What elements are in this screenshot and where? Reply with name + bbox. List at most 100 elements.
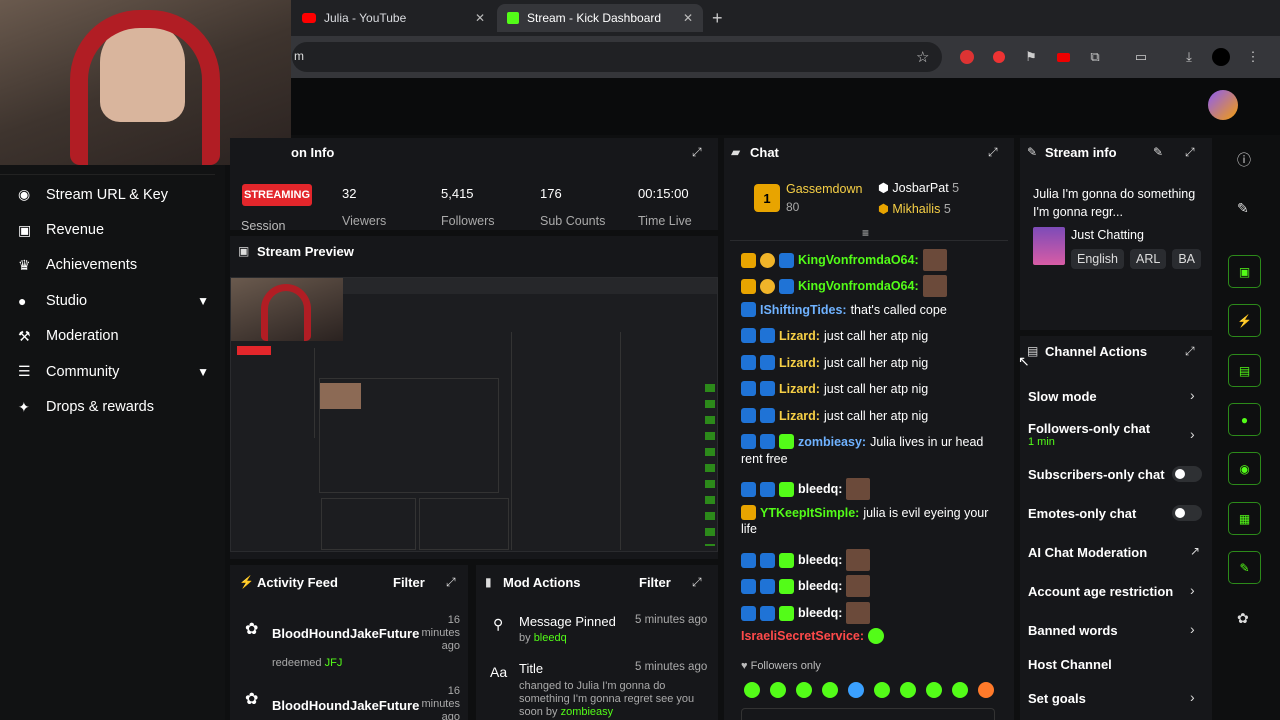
chat-text: just call her atp nig bbox=[823, 381, 929, 396]
activity-filter-button[interactable]: Filter bbox=[393, 575, 425, 590]
chat-input[interactable] bbox=[741, 708, 995, 720]
chat-text: just call her atp nig bbox=[823, 408, 929, 423]
subs-count: 176 bbox=[540, 186, 562, 201]
chat-username[interactable]: YTKeepItSimple: bbox=[760, 506, 859, 520]
sidebar-item-label: Moderation bbox=[46, 328, 119, 345]
banned-words-row[interactable]: Banned words bbox=[1028, 623, 1208, 638]
chat-username[interactable]: Lizard: bbox=[779, 409, 820, 423]
emote-icon[interactable] bbox=[796, 682, 812, 698]
chat-username[interactable]: IsraeliSecretService: bbox=[741, 629, 864, 643]
chat-username[interactable]: Lizard: bbox=[779, 382, 820, 396]
profile-avatar[interactable] bbox=[1212, 48, 1230, 66]
close-icon[interactable]: ✕ bbox=[475, 11, 485, 25]
rail-button-lightning[interactable]: ⚡ bbox=[1228, 304, 1261, 337]
expand-icon[interactable]: ⤢ bbox=[1185, 145, 1199, 159]
address-bar[interactable]: m ☆ bbox=[292, 42, 942, 72]
tab-kick-dashboard[interactable]: Stream - Kick Dashboard ✕ bbox=[497, 4, 703, 32]
expand-icon[interactable]: ⤢ bbox=[446, 575, 460, 589]
emote-icon[interactable] bbox=[744, 682, 760, 698]
slow-mode-row[interactable]: Slow mode bbox=[1028, 389, 1208, 404]
expand-icon[interactable]: ⤢ bbox=[1185, 344, 1199, 358]
rail-button-document[interactable]: ▤ bbox=[1228, 354, 1261, 387]
info-icon[interactable]: ⓘ bbox=[1237, 150, 1251, 170]
chat-text: Julia lives in ur head bbox=[870, 434, 984, 449]
rail-button-wrench[interactable]: ✎ bbox=[1228, 551, 1261, 584]
rail-button-screen[interactable]: ▣ bbox=[1228, 255, 1261, 288]
chevron-right-icon: › bbox=[1190, 426, 1195, 442]
stream-preview-video[interactable] bbox=[230, 277, 718, 552]
chat-message: Lizard: just call her atp nig bbox=[741, 355, 928, 370]
emote-icon[interactable] bbox=[952, 682, 968, 698]
rail-button-chat[interactable]: ● bbox=[1228, 403, 1261, 436]
chat-message-continued: life bbox=[741, 522, 757, 536]
puzzle-icon[interactable]: ⧉ bbox=[1086, 48, 1104, 66]
sidebar-item-studio[interactable]: ● Studio ▼ bbox=[0, 283, 225, 318]
user-avatar[interactable] bbox=[1208, 90, 1238, 120]
ai-moderation-row[interactable]: AI Chat Moderation bbox=[1028, 545, 1208, 560]
sidebar-item-stream-url[interactable]: ◉ Stream URL & Key bbox=[0, 177, 225, 212]
emote-icon[interactable] bbox=[926, 682, 942, 698]
emote-icon[interactable] bbox=[770, 682, 786, 698]
share-nodes-icon[interactable]: ✿ bbox=[1237, 610, 1249, 627]
sidebar-item-community[interactable]: ☰ Community ▼ bbox=[0, 354, 225, 389]
rail-button-broadcast[interactable]: ◉ bbox=[1228, 452, 1261, 485]
chat-username[interactable]: KingVonfromdaO64: bbox=[798, 279, 919, 293]
chat-username[interactable]: bleedq: bbox=[798, 482, 842, 496]
sidebar-item-moderation[interactable]: ⚒ Moderation bbox=[0, 319, 225, 354]
rail-button-layout[interactable]: ▦ bbox=[1228, 502, 1261, 535]
sidebar-item-revenue[interactable]: ▣ Revenue bbox=[0, 212, 225, 247]
youtube-extension-icon[interactable] bbox=[1054, 48, 1072, 66]
adblock-icon[interactable] bbox=[958, 48, 976, 66]
wallet-icon: ▣ bbox=[18, 221, 32, 238]
sidebar-item-drops-rewards[interactable]: ✦ Drops & rewards bbox=[0, 389, 225, 424]
activity-time: 16 minutes ago bbox=[421, 614, 460, 652]
followers-count: 5,415 bbox=[441, 186, 474, 201]
tag-list: English ARL BA bbox=[1071, 249, 1205, 269]
more-menu-icon[interactable]: ⋮ bbox=[1244, 48, 1262, 66]
chat-username[interactable]: bleedq: bbox=[798, 553, 842, 567]
pinned-collapse-icon[interactable]: ≡ bbox=[862, 226, 869, 240]
cast-icon[interactable]: ▭ bbox=[1132, 48, 1150, 66]
emote-icon[interactable] bbox=[874, 682, 890, 698]
wrench-icon: ✎ bbox=[1239, 560, 1250, 575]
sub-badge-icon bbox=[779, 434, 794, 449]
host-channel-row[interactable]: Host Channel bbox=[1028, 657, 1208, 672]
emote-icon[interactable] bbox=[978, 682, 994, 698]
expand-icon[interactable]: ⤢ bbox=[692, 575, 706, 589]
tab-youtube[interactable]: Julia - YouTube ✕ bbox=[292, 4, 495, 32]
chat-username[interactable]: IShiftingTides: bbox=[760, 303, 847, 317]
emote-icon[interactable] bbox=[900, 682, 916, 698]
emote-icon[interactable] bbox=[848, 682, 864, 698]
youtube-icon bbox=[302, 13, 316, 23]
chat-username[interactable]: Lizard: bbox=[779, 329, 820, 343]
extension-icon[interactable]: ⚑ bbox=[1022, 48, 1040, 66]
pencil-icon[interactable]: ✎ bbox=[1237, 200, 1249, 217]
mod-filter-button[interactable]: Filter bbox=[639, 575, 671, 590]
sub-badge-icon bbox=[779, 552, 794, 568]
chat-username[interactable]: bleedq: bbox=[798, 606, 842, 620]
extension-icon[interactable] bbox=[990, 48, 1008, 66]
mod-action-by: by bleedq bbox=[519, 632, 567, 644]
emote-icon[interactable] bbox=[822, 682, 838, 698]
expand-icon[interactable]: ⤢ bbox=[692, 145, 706, 159]
edit-icon[interactable]: ✎ bbox=[1153, 145, 1163, 159]
sidebar-item-achievements[interactable]: ♛ Achievements bbox=[0, 248, 225, 283]
mod-badge-icon bbox=[741, 408, 756, 423]
download-icon[interactable]: ⤓ bbox=[1180, 48, 1198, 66]
preview-webcam bbox=[231, 278, 343, 341]
expand-icon[interactable]: ⤢ bbox=[988, 145, 1002, 159]
chat-username[interactable]: Lizard: bbox=[779, 356, 820, 370]
chat-username[interactable]: KingVonfromdaO64: bbox=[798, 253, 919, 267]
account-age-row[interactable]: Account age restriction bbox=[1028, 584, 1208, 599]
people-icon: ☰ bbox=[18, 363, 31, 380]
chat-username[interactable]: bleedq: bbox=[798, 579, 842, 593]
close-icon[interactable]: ✕ bbox=[683, 11, 693, 25]
new-tab-button[interactable]: + bbox=[712, 8, 723, 29]
subscribers-only-toggle[interactable] bbox=[1172, 466, 1202, 482]
followers-only-row[interactable]: Followers-only chat bbox=[1028, 421, 1208, 436]
emotes-only-toggle[interactable] bbox=[1172, 505, 1202, 521]
chat-text: just call her atp nig bbox=[823, 355, 929, 370]
star-icon[interactable]: ☆ bbox=[916, 48, 929, 66]
set-goals-row[interactable]: Set goals bbox=[1028, 691, 1208, 706]
chat-username[interactable]: zombieasy: bbox=[798, 435, 866, 449]
